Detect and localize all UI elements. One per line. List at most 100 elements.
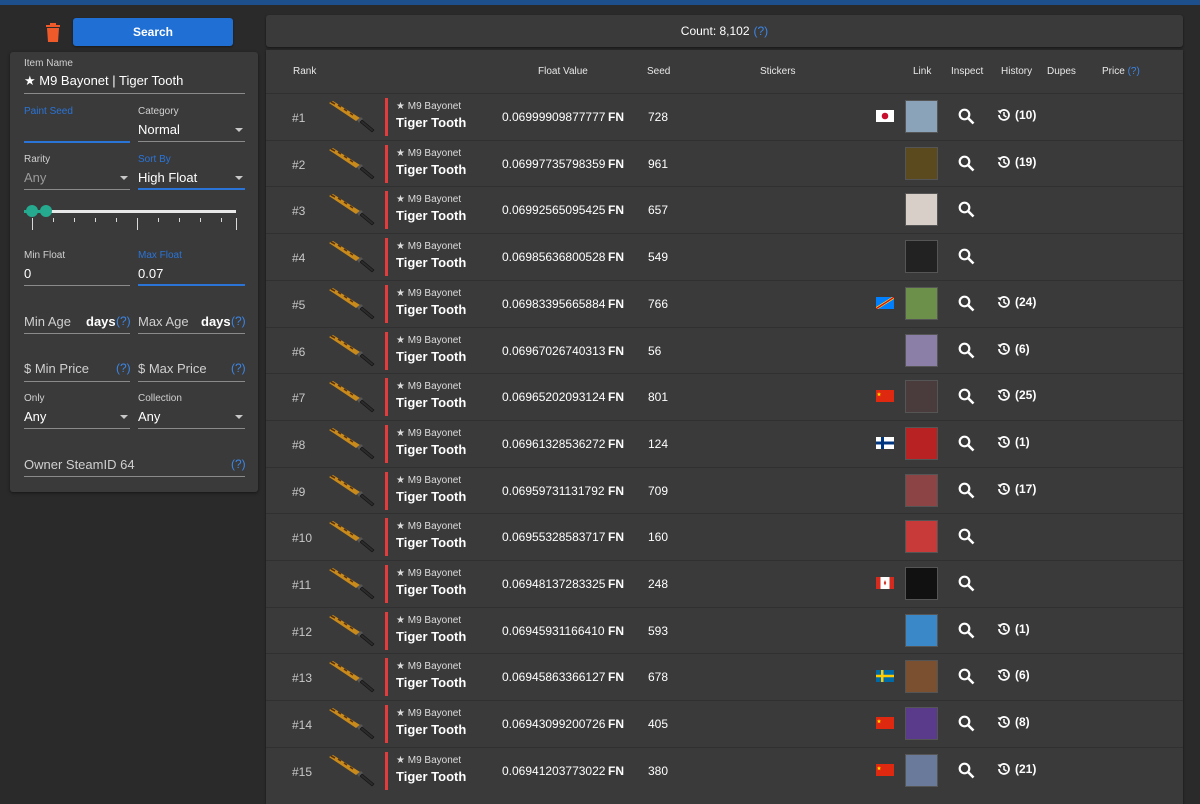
- col-dupes[interactable]: Dupes: [1047, 66, 1076, 77]
- search-icon[interactable]: [958, 108, 975, 125]
- search-icon[interactable]: [958, 342, 975, 359]
- owner-avatar[interactable]: [905, 286, 938, 320]
- col-float[interactable]: Float Value: [538, 66, 588, 77]
- help-icon[interactable]: (?): [116, 314, 131, 328]
- table-row[interactable]: #7 ★ M9 Bayonet Tiger Tooth 0.0696520209312…: [266, 373, 1183, 420]
- owner-avatar[interactable]: [905, 100, 938, 133]
- history-link[interactable]: (17): [996, 481, 1036, 497]
- help-icon[interactable]: (?): [231, 361, 246, 375]
- knife-icon[interactable]: [326, 753, 376, 789]
- search-icon[interactable]: [958, 155, 975, 172]
- knife-icon[interactable]: [326, 239, 376, 275]
- sort-by-select[interactable]: Sort By High Float: [138, 154, 245, 192]
- table-row[interactable]: #13 ★ M9 Bayonet Tiger Tooth 0.069458633661…: [266, 653, 1183, 700]
- search-button[interactable]: Search: [73, 18, 233, 46]
- table-row[interactable]: #6 ★ M9 Bayonet Tiger Tooth 0.0696702674031…: [266, 326, 1183, 374]
- min-float-field[interactable]: Min Float 0: [24, 250, 130, 288]
- knife-icon[interactable]: [326, 146, 376, 182]
- col-link[interactable]: Link: [913, 66, 931, 77]
- owner-avatar[interactable]: [905, 193, 938, 227]
- table-row[interactable]: #8 ★ M9 Bayonet Tiger Tooth 0.0696132853627…: [266, 419, 1183, 467]
- knife-icon[interactable]: [326, 379, 376, 415]
- knife-icon[interactable]: [326, 99, 376, 135]
- history-link[interactable]: (21): [996, 761, 1036, 777]
- item-name-field[interactable]: Item Name ★ M9 Bayonet | Tiger Tooth: [24, 58, 245, 96]
- table-row[interactable]: #5 ★ M9 Bayonet Tiger Tooth 0.0698339566588…: [266, 279, 1183, 327]
- search-icon[interactable]: [958, 248, 975, 265]
- table-row[interactable]: #10 ★ M9 Bayonet Tiger Tooth 0.069553285837…: [266, 513, 1183, 560]
- slider-min-handle[interactable]: [26, 205, 38, 217]
- history-link[interactable]: (6): [996, 341, 1030, 357]
- rarity-select[interactable]: Rarity Any: [24, 154, 130, 192]
- knife-icon[interactable]: [326, 192, 376, 228]
- owner-steamid-field[interactable]: Owner SteamID 64 (?): [24, 456, 246, 480]
- history-link[interactable]: (10): [996, 107, 1036, 123]
- history-link[interactable]: (25): [996, 387, 1036, 403]
- knife-icon[interactable]: [326, 613, 376, 649]
- table-row[interactable]: #12 ★ M9 Bayonet Tiger Tooth 0.069459311664…: [266, 606, 1183, 654]
- col-rank[interactable]: Rank: [293, 66, 316, 77]
- knife-icon[interactable]: [326, 519, 376, 555]
- min-age-field[interactable]: Min Age days (?): [24, 312, 131, 336]
- col-seed[interactable]: Seed: [647, 66, 670, 77]
- table-row[interactable]: #11 ★ M9 Bayonet Tiger Tooth 0.069481372833…: [266, 560, 1183, 607]
- max-price-field[interactable]: $ Max Price (?): [138, 360, 246, 384]
- max-float-field[interactable]: Max Float 0.07: [138, 250, 245, 288]
- category-select[interactable]: Category Normal: [138, 106, 245, 144]
- help-icon[interactable]: (?): [231, 457, 246, 471]
- knife-icon[interactable]: [326, 566, 376, 602]
- search-icon[interactable]: [958, 575, 975, 592]
- max-age-field[interactable]: Max Age days (?): [138, 312, 246, 336]
- history-link[interactable]: (1): [996, 434, 1030, 450]
- search-icon[interactable]: [958, 435, 975, 452]
- search-icon[interactable]: [958, 482, 975, 499]
- col-price[interactable]: Price (?): [1102, 66, 1140, 77]
- knife-icon[interactable]: [326, 659, 376, 695]
- history-link[interactable]: (8): [996, 714, 1030, 730]
- help-icon[interactable]: (?): [754, 24, 769, 38]
- search-icon[interactable]: [958, 622, 975, 639]
- owner-avatar[interactable]: [905, 707, 938, 741]
- table-row[interactable]: #1 ★ M9 Bayonet Tiger Tooth 0.0699990987777…: [266, 93, 1183, 140]
- table-row[interactable]: #2 ★ M9 Bayonet Tiger Tooth 0.0699773579835…: [266, 139, 1183, 187]
- owner-avatar[interactable]: [905, 333, 938, 367]
- collection-select[interactable]: Collection Any: [138, 393, 245, 431]
- history-link[interactable]: (6): [996, 667, 1030, 683]
- knife-icon[interactable]: [326, 286, 376, 322]
- col-inspect[interactable]: Inspect: [951, 66, 983, 77]
- owner-avatar[interactable]: [905, 567, 938, 600]
- owner-avatar[interactable]: [905, 146, 938, 180]
- history-link[interactable]: (1): [996, 621, 1030, 637]
- history-link[interactable]: (24): [996, 294, 1036, 310]
- knife-icon[interactable]: [326, 426, 376, 462]
- table-row[interactable]: #4 ★ M9 Bayonet Tiger Tooth 0.0698563680052…: [266, 233, 1183, 280]
- knife-icon[interactable]: [326, 706, 376, 742]
- owner-avatar[interactable]: [905, 240, 938, 274]
- search-icon[interactable]: [958, 715, 975, 732]
- paint-seed-field[interactable]: Paint Seed: [24, 106, 130, 144]
- knife-icon[interactable]: [326, 473, 376, 509]
- col-stickers[interactable]: Stickers: [760, 66, 796, 77]
- owner-avatar[interactable]: [905, 660, 938, 694]
- search-icon[interactable]: [958, 388, 975, 405]
- help-icon[interactable]: (?): [116, 361, 131, 375]
- search-icon[interactable]: [958, 295, 975, 312]
- help-icon[interactable]: (?): [231, 314, 246, 328]
- search-icon[interactable]: [958, 201, 975, 218]
- min-price-field[interactable]: $ Min Price (?): [24, 360, 131, 384]
- owner-avatar[interactable]: [905, 380, 938, 414]
- search-icon[interactable]: [958, 668, 975, 685]
- only-select[interactable]: Only Any: [24, 393, 130, 431]
- owner-avatar[interactable]: [905, 753, 938, 787]
- trash-icon[interactable]: [44, 23, 62, 43]
- owner-avatar[interactable]: [905, 473, 938, 507]
- table-row[interactable]: #9 ★ M9 Bayonet Tiger Tooth 0.0695973113179…: [266, 466, 1183, 514]
- slider-max-handle[interactable]: [40, 205, 52, 217]
- owner-avatar[interactable]: [905, 520, 938, 554]
- table-row[interactable]: #14 ★ M9 Bayonet Tiger Tooth 0.069430992007…: [266, 700, 1183, 747]
- search-icon[interactable]: [958, 528, 975, 545]
- owner-avatar[interactable]: [905, 426, 938, 460]
- owner-avatar[interactable]: [905, 613, 938, 647]
- history-link[interactable]: (19): [996, 154, 1036, 170]
- col-history[interactable]: History: [1001, 66, 1032, 77]
